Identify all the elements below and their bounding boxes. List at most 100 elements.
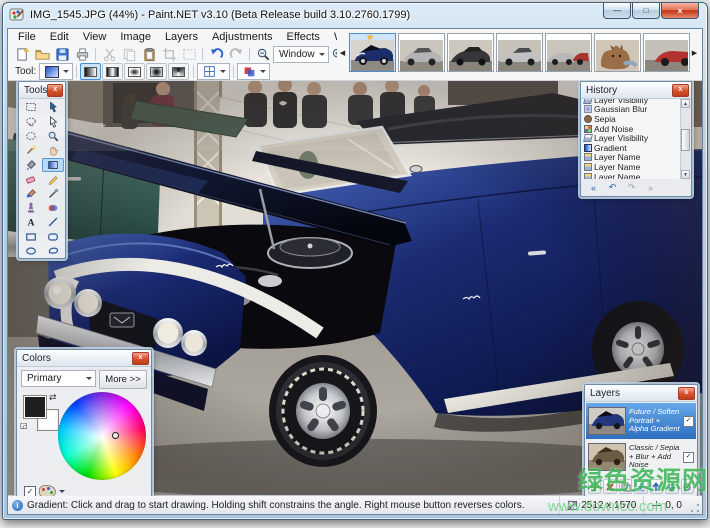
merge-layer-down-button[interactable] <box>634 479 647 494</box>
image-thumbnail[interactable] <box>594 33 641 72</box>
scrollbar-track[interactable] <box>681 108 690 170</box>
image-thumbnail[interactable] <box>398 33 445 72</box>
duplicate-layer-button[interactable] <box>619 479 632 494</box>
move-layer-up-button[interactable] <box>650 479 663 494</box>
history-item[interactable]: Layer Name <box>582 153 680 163</box>
lasso-select-tool[interactable] <box>20 114 42 128</box>
color-wheel-marker[interactable] <box>112 432 119 439</box>
history-item[interactable]: Layer Name <box>582 162 680 172</box>
pan-tool[interactable] <box>42 143 64 157</box>
maximize-button[interactable]: □ <box>632 3 660 19</box>
gradient-type-conical[interactable] <box>168 63 189 80</box>
crop-button[interactable] <box>159 46 179 63</box>
history-item[interactable]: Gaussian Blur <box>582 105 680 115</box>
redo-button[interactable] <box>226 46 246 63</box>
layer-visible-checkbox[interactable]: ✓ <box>683 416 694 427</box>
history-item[interactable]: Sepia <box>582 114 680 124</box>
delete-layer-button[interactable] <box>603 479 616 494</box>
reset-colors-icon[interactable]: ◲ <box>20 421 28 430</box>
add-layer-button[interactable] <box>588 479 601 494</box>
chevron-down-icon[interactable] <box>59 490 65 496</box>
paste-button[interactable] <box>139 46 159 63</box>
menu-adjustments[interactable]: Adjustments <box>205 30 280 44</box>
zoom-mode-dropdown[interactable]: Window <box>273 46 329 63</box>
recolor-tool[interactable] <box>42 201 64 215</box>
menu-view[interactable]: View <box>76 30 114 44</box>
layers-panel-titlebar[interactable]: Layers x <box>585 385 697 402</box>
history-item[interactable]: Layer Visibility <box>582 133 680 143</box>
swap-colors-icon[interactable]: ⇄ <box>49 392 57 403</box>
more-button[interactable]: More >> <box>99 370 147 389</box>
cut-button[interactable] <box>99 46 119 63</box>
layers-panel-close-button[interactable]: x <box>678 387 695 400</box>
image-thumbnail-active[interactable]: ★ <box>349 33 396 72</box>
scrollbar-thumb[interactable] <box>681 129 690 151</box>
new-button[interactable] <box>12 46 32 63</box>
deselect-button[interactable] <box>179 46 199 63</box>
image-thumbnail[interactable] <box>643 33 690 72</box>
history-scrollbar[interactable]: ▲ ▼ <box>680 99 690 179</box>
layer-row[interactable]: Classic / Sepia + Blur + Add Noise ✓ <box>586 439 696 475</box>
history-item-current[interactable]: Gradient <box>582 143 680 153</box>
pencil-tool[interactable] <box>42 172 64 186</box>
blend-mode-dropdown[interactable] <box>237 63 270 80</box>
menu-edit[interactable]: Edit <box>43 30 76 44</box>
color-picker-tool[interactable] <box>42 186 64 200</box>
image-thumbnail[interactable] <box>496 33 543 72</box>
menu-effects[interactable]: Effects <box>280 30 327 44</box>
save-button[interactable] <box>52 46 72 63</box>
color-mode-dropdown[interactable]: Primary <box>21 370 96 387</box>
color-wheel[interactable] <box>58 392 146 480</box>
ellipse-tool[interactable] <box>20 244 42 258</box>
primary-color-swatch[interactable] <box>23 395 47 419</box>
colors-panel-close-button[interactable]: x <box>132 352 149 365</box>
history-undo-button[interactable]: ↶ <box>605 181 620 194</box>
scroll-right-button[interactable]: ▶ <box>690 34 699 72</box>
image-thumbnail[interactable] <box>447 33 494 72</box>
tools-panel-titlebar[interactable]: Tools x <box>19 82 65 99</box>
gradient-type-linear[interactable] <box>80 63 101 80</box>
print-button[interactable] <box>72 46 92 63</box>
tools-panel-close-button[interactable]: x <box>47 84 63 97</box>
zoom-tool[interactable] <box>42 129 64 143</box>
layer-properties-button[interactable] <box>681 479 694 494</box>
zoom-out-button[interactable] <box>253 46 273 63</box>
paintbrush-tool[interactable] <box>20 186 42 200</box>
clone-stamp-tool[interactable] <box>20 201 42 215</box>
eraser-tool[interactable] <box>20 172 42 186</box>
magic-wand-tool[interactable] <box>20 143 42 157</box>
scroll-down-icon[interactable]: ▼ <box>681 170 690 179</box>
rounded-rectangle-tool[interactable] <box>42 230 64 244</box>
scroll-up-icon[interactable]: ▲ <box>681 99 690 108</box>
menu-file[interactable]: File <box>11 30 43 44</box>
menu-layers[interactable]: Layers <box>158 30 205 44</box>
history-item[interactable]: Layer Name <box>582 172 680 179</box>
image-thumbnail[interactable] <box>545 33 592 72</box>
gradient-tool[interactable] <box>42 158 64 172</box>
colors-panel-titlebar[interactable]: Colors x <box>17 350 151 367</box>
layer-visible-checkbox[interactable]: ✓ <box>683 452 694 463</box>
history-panel-titlebar[interactable]: History x <box>581 82 691 99</box>
title-bar[interactable]: IMG_1545.JPG (44%) - Paint.NET v3.10 (Be… <box>3 3 707 27</box>
rectangle-select-tool[interactable] <box>20 100 42 114</box>
line-curve-tool[interactable] <box>42 215 64 229</box>
open-button[interactable] <box>32 46 52 63</box>
menu-image[interactable]: Image <box>113 30 158 44</box>
ellipse-select-tool[interactable] <box>20 129 42 143</box>
copy-button[interactable] <box>119 46 139 63</box>
text-tool[interactable]: A <box>20 215 42 229</box>
minimize-button[interactable]: — <box>603 3 631 19</box>
active-tool-dropdown[interactable] <box>39 63 73 80</box>
history-item[interactable]: Add Noise <box>582 124 680 134</box>
move-layer-down-button[interactable] <box>665 479 678 494</box>
history-fastforward-button[interactable]: » <box>643 181 658 194</box>
palette-icon[interactable] <box>39 485 56 496</box>
history-panel-close-button[interactable]: x <box>672 84 689 97</box>
freeform-shape-tool[interactable] <box>42 244 64 258</box>
channel-mode-dropdown[interactable] <box>197 63 230 80</box>
move-selected-pixels-tool[interactable] <box>42 100 64 114</box>
move-selection-tool[interactable] <box>42 114 64 128</box>
rectangle-tool[interactable] <box>20 230 42 244</box>
gradient-type-radial[interactable] <box>146 63 167 80</box>
scroll-left-button[interactable]: ◀ <box>338 34 347 72</box>
